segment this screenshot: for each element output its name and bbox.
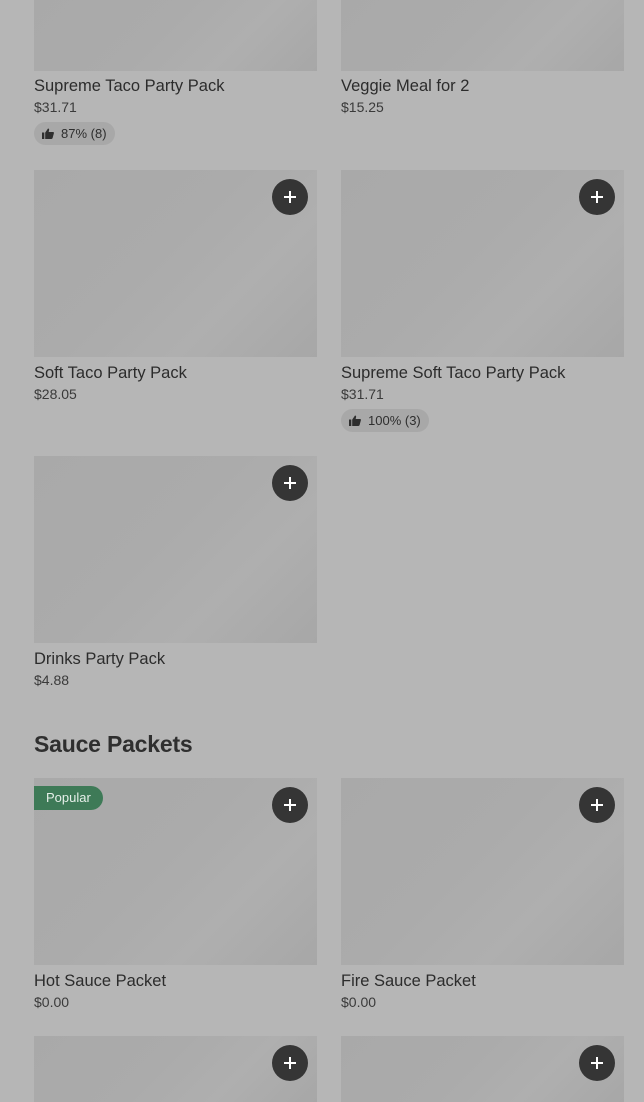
plus-icon	[284, 477, 296, 489]
menu-item-card[interactable]: Veggie Meal for 2 $15.25	[341, 0, 624, 116]
item-price: $31.71	[341, 386, 384, 402]
rating-badge: 100% (3)	[341, 409, 429, 432]
item-price: $28.05	[34, 386, 77, 402]
menu-item-card[interactable]	[34, 1036, 317, 1102]
plus-icon	[284, 191, 296, 203]
menu-item-card[interactable]: Popular Hot Sauce Packet $0.00	[34, 778, 317, 1011]
item-image[interactable]	[34, 170, 317, 357]
add-to-cart-button[interactable]	[272, 787, 308, 823]
rating-text: 100% (3)	[368, 413, 421, 428]
popular-badge: Popular	[34, 786, 103, 810]
add-to-cart-button[interactable]	[579, 787, 615, 823]
plus-icon	[284, 1057, 296, 1069]
item-price: $0.00	[341, 994, 377, 1010]
add-to-cart-button[interactable]	[272, 465, 308, 501]
item-image[interactable]	[341, 0, 624, 71]
section-title: Sauce Packets	[34, 731, 193, 757]
item-image[interactable]	[341, 170, 624, 357]
menu-page: Supreme Taco Party Pack $31.71 87% (8) V…	[0, 0, 644, 1102]
plus-icon	[591, 1057, 603, 1069]
item-name: Veggie Meal for 2	[341, 77, 470, 95]
item-price: $31.71	[34, 99, 77, 115]
item-name: Soft Taco Party Pack	[34, 364, 187, 382]
item-image[interactable]	[34, 0, 317, 71]
menu-item-card[interactable]: Supreme Taco Party Pack $31.71 87% (8)	[34, 0, 317, 145]
rating-badge: 87% (8)	[34, 122, 115, 145]
item-image[interactable]	[34, 456, 317, 643]
plus-icon	[284, 799, 296, 811]
menu-item-card[interactable]: Fire Sauce Packet $0.00	[341, 778, 624, 1011]
item-name: Drinks Party Pack	[34, 650, 166, 668]
item-image[interactable]	[341, 1036, 624, 1102]
item-image[interactable]: Popular	[34, 778, 317, 965]
add-to-cart-button[interactable]	[579, 1045, 615, 1081]
item-price: $4.88	[34, 672, 70, 688]
add-to-cart-button[interactable]	[272, 1045, 308, 1081]
item-name: Fire Sauce Packet	[341, 972, 476, 990]
item-name: Hot Sauce Packet	[34, 972, 167, 990]
item-name: Supreme Taco Party Pack	[34, 77, 225, 95]
item-image[interactable]	[341, 778, 624, 965]
plus-icon	[591, 799, 603, 811]
thumbs-up-icon	[42, 128, 54, 139]
item-price: $0.00	[34, 994, 70, 1010]
menu-item-card[interactable]: Soft Taco Party Pack $28.05	[34, 170, 317, 403]
item-image[interactable]	[34, 1036, 317, 1102]
thumbs-up-icon	[349, 415, 361, 426]
item-price: $15.25	[341, 99, 384, 115]
menu-item-card[interactable]	[341, 1036, 624, 1102]
plus-icon	[591, 191, 603, 203]
add-to-cart-button[interactable]	[579, 179, 615, 215]
menu-item-card[interactable]: Supreme Soft Taco Party Pack $31.71 100%…	[341, 170, 624, 432]
rating-text: 87% (8)	[61, 126, 107, 141]
menu-item-card[interactable]: Drinks Party Pack $4.88	[34, 456, 317, 689]
add-to-cart-button[interactable]	[272, 179, 308, 215]
item-name: Supreme Soft Taco Party Pack	[341, 364, 566, 382]
